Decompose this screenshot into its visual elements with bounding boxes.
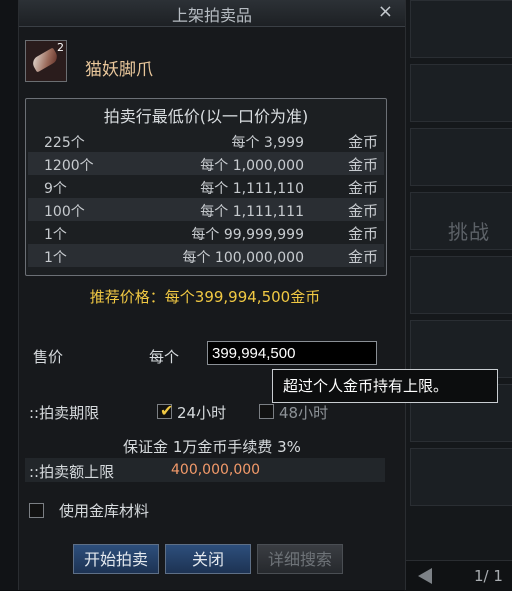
- background-slot: [410, 256, 512, 314]
- window-title: 上架拍卖品: [171, 6, 252, 25]
- row-qty: 1个: [44, 250, 67, 266]
- price-row: 225个 每个 3,999 金币: [28, 129, 384, 152]
- row-coin: 金币: [347, 248, 378, 266]
- use-storage-checkbox[interactable]: [29, 503, 44, 518]
- start-auction-button[interactable]: 开始拍卖: [73, 544, 159, 574]
- auction-limit-value: 400,000,000: [171, 462, 261, 478]
- row-qty: 9个: [44, 181, 67, 197]
- background-slot: [410, 128, 512, 186]
- row-qty: 100个: [44, 204, 85, 220]
- claw-icon[interactable]: 2: [25, 40, 67, 82]
- row-coin: 金币: [347, 202, 378, 220]
- row-each-price: 每个 1,000,000: [200, 158, 304, 174]
- period-48h-label[interactable]: 48小时: [279, 402, 328, 423]
- pager: 1/ 1: [404, 560, 512, 591]
- auction-period-label: ::拍卖期限: [29, 404, 100, 422]
- auction-listing-window: 上架拍卖品 × 2 猫妖脚爪 拍卖行最低价(以一口价为准) 225个 每个 3,…: [18, 0, 498, 590]
- row-each-price: 每个 100,000,000: [182, 250, 304, 266]
- claw-graphic: [30, 47, 60, 73]
- sale-each-label: 每个: [149, 348, 180, 366]
- close-icon[interactable]: ×: [378, 1, 393, 22]
- price-row: 1个 每个 100,000,000 金币: [28, 244, 384, 267]
- background-slot: [410, 0, 512, 58]
- close-button[interactable]: 关闭: [165, 544, 251, 574]
- prev-page-arrow-icon[interactable]: [418, 568, 432, 584]
- background-slot: [410, 64, 512, 122]
- auction-limit-label: ::拍卖额上限: [29, 463, 115, 481]
- row-coin: 金币: [347, 225, 378, 243]
- period-24h-checkbox[interactable]: ✔: [157, 401, 174, 420]
- lowest-price-table: 拍卖行最低价(以一口价为准) 225个 每个 3,999 金币 1200个 每个…: [25, 98, 387, 276]
- titlebar[interactable]: 上架拍卖品 ×: [19, 0, 405, 27]
- price-rows: 225个 每个 3,999 金币 1200个 每个 1,000,000 金币 9…: [28, 129, 384, 267]
- row-coin: 金币: [347, 133, 378, 151]
- background-right-panel: 挑战: [404, 0, 512, 590]
- page-number: 1/ 1: [474, 567, 503, 585]
- gold-limit-tooltip: 超过个人金币持有上限。: [272, 369, 498, 403]
- period-48h-checkbox[interactable]: [259, 404, 274, 419]
- price-row: 9个 每个 1,111,110 金币: [28, 175, 384, 198]
- price-input[interactable]: [207, 341, 377, 365]
- row-qty: 225个: [44, 135, 85, 151]
- use-storage-label[interactable]: 使用金库材料: [59, 500, 149, 521]
- auction-limit-row: ::拍卖额上限 400,000,000: [25, 458, 385, 482]
- row-qty: 1个: [44, 227, 67, 243]
- sale-price-label: 售价: [33, 348, 64, 366]
- background-left-strip: [0, 0, 18, 590]
- recommended-price: 推荐价格：每个399,994,500金币: [89, 288, 321, 306]
- price-table-header: 拍卖行最低价(以一口价为准): [103, 107, 309, 126]
- deposit-fee-text: 保证金 1万金币手续费 3%: [123, 438, 301, 456]
- challenge-text: 挑战: [448, 220, 490, 244]
- row-each-price: 每个 1,111,110: [200, 181, 304, 197]
- background-slot: [410, 448, 512, 506]
- period-24h-label[interactable]: 24小时: [177, 402, 226, 423]
- row-qty: 1200个: [44, 158, 94, 174]
- row-each-price: 每个 1,111,111: [200, 204, 304, 220]
- item-name: 猫妖脚爪: [85, 60, 153, 80]
- detail-search-button[interactable]: 详细搜索: [257, 544, 343, 574]
- price-row: 1个 每个 99,999,999 金币: [28, 221, 384, 244]
- price-row: 100个 每个 1,111,111 金币: [28, 198, 384, 221]
- row-coin: 金币: [347, 179, 378, 197]
- row-each-price: 每个 3,999: [231, 135, 304, 151]
- item-count: 2: [57, 41, 64, 54]
- checkmark-icon: ✔: [160, 401, 174, 420]
- row-each-price: 每个 99,999,999: [191, 227, 304, 243]
- row-coin: 金币: [347, 156, 378, 174]
- price-row: 1200个 每个 1,000,000 金币: [28, 152, 384, 175]
